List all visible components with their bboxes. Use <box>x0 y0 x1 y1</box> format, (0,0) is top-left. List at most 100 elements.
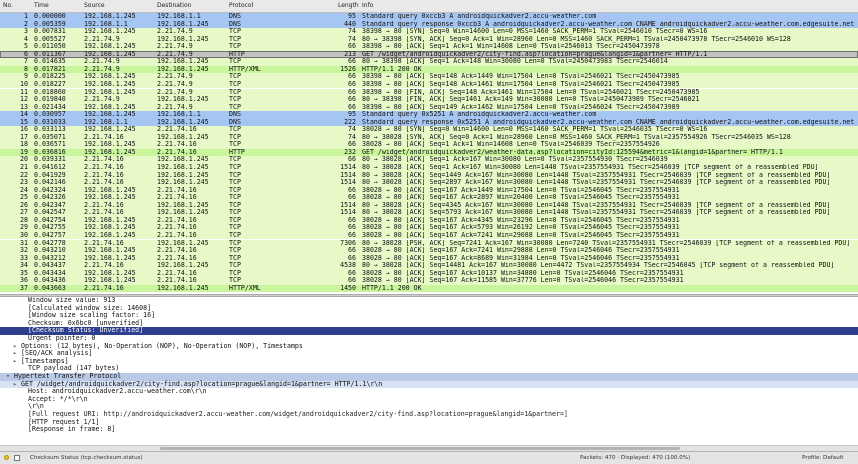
packet-row[interactable]: 10 0.018227 192.168.1.245 2.21.74.9 TCP 66 383… <box>0 80 858 89</box>
scrollbar-thumb[interactable] <box>160 447 680 450</box>
packet-row[interactable]: 27 0.042547 2.21.74.16 192.168.1.245 TCP 1514… <box>0 209 858 217</box>
packet-row[interactable]: 34 0.043437 2.21.74.16 192.168.1.245 TCP 4538… <box>0 262 858 270</box>
cell-no: 3 <box>24 28 28 36</box>
detail-line[interactable]: ▸ [SEQ/ACK analysis] <box>0 350 858 358</box>
packet-row[interactable]: 12 0.019840 2.21.74.9 192.168.1.245 TCP 66 80 … <box>0 96 858 104</box>
packet-row[interactable]: 35 0.043434 192.168.1.245 2.21.74.16 TCP 66 38… <box>0 269 858 278</box>
packet-row[interactable]: 2 0.005359 192.168.1.1 192.168.1.245 DNS 440 S… <box>0 20 858 29</box>
column-header-destination[interactable]: Destination <box>157 2 191 9</box>
cell-dst: 2.21.74.16 <box>157 269 197 277</box>
cell-src: 192.168.1.245 <box>84 13 136 20</box>
cell-len: 1514 <box>340 179 356 187</box>
cell-info: 38398 → 80 [ACK] Seq=148 Ack=1461 Win=17… <box>362 80 680 88</box>
cell-dst: 192.168.1.245 <box>157 239 209 247</box>
packet-row-selected[interactable]: 6 0.011367 192.168.1.245 2.21.74.9 HTTP 213 GE… <box>0 50 858 59</box>
cell-len: 4538 <box>340 262 356 270</box>
packet-row[interactable]: 11 0.018860 192.168.1.245 2.21.74.9 TCP 66 383… <box>0 88 858 97</box>
cell-no: 24 <box>20 186 28 194</box>
cell-src: 192.168.1.245 <box>84 148 136 156</box>
cell-info: 38028 → 80 [SYN] Seq=0 Win=14600 Len=0 M… <box>362 126 708 134</box>
detail-line[interactable]: TCP payload (147 bytes) <box>0 365 858 373</box>
cell-dst: 2.21.74.9 <box>157 28 193 36</box>
detail-line[interactable]: Accept: */*\r\n <box>0 395 858 404</box>
detail-line[interactable]: ▸ [Timestamps] <box>0 357 858 366</box>
cell-proto: TCP <box>229 239 241 247</box>
column-header-info[interactable]: Info <box>362 2 373 9</box>
packet-row[interactable]: 20 0.039331 2.21.74.16 192.168.1.245 TCP 66 80… <box>0 156 858 164</box>
packet-row[interactable]: 17 0.035071 2.21.74.16 192.168.1.245 TCP 74 80… <box>0 133 858 142</box>
cell-dst: 2.21.74.16 <box>157 254 197 262</box>
cell-no: 33 <box>20 254 28 262</box>
column-header-length[interactable]: Length <box>338 2 359 9</box>
column-header-no[interactable]: No. <box>3 2 13 9</box>
expand-arrow-icon[interactable]: ▸ <box>13 380 19 389</box>
detail-line[interactable]: [HTTP request 1/1] <box>0 418 858 427</box>
packet-row[interactable]: 21 0.041612 2.21.74.16 192.168.1.245 TCP 1514… <box>0 164 858 172</box>
cell-time: 0.043210 <box>34 247 66 255</box>
packet-row[interactable]: 8 0.017821 2.21.74.9 192.168.1.245 HTTP/XML 1… <box>0 65 858 74</box>
packet-row[interactable]: 15 0.031033 192.168.1.1 192.168.1.245 DNS 222… <box>0 118 858 127</box>
cell-proto: DNS <box>229 118 241 126</box>
packet-list[interactable]: 1 0.000000 192.168.1.245 192.168.1.1 DNS 95 St… <box>0 13 858 294</box>
packet-details-tree[interactable]: Window size value: 913 [Calculated window… <box>0 297 858 445</box>
packet-row[interactable]: 30 0.042757 192.168.1.245 2.21.74.16 TCP 66 38… <box>0 231 858 240</box>
packet-row[interactable]: 19 0.036816 192.168.1.245 2.21.74.16 HTTP 232… <box>0 148 858 157</box>
packet-row[interactable]: 13 0.021434 192.168.1.245 2.21.74.9 TCP 66 383… <box>0 103 858 112</box>
cell-time: 0.011050 <box>34 43 66 51</box>
packet-row[interactable]: 14 0.030957 192.168.1.245 192.168.1.1 DNS 95 S… <box>0 111 858 119</box>
cell-info: 80 → 38028 [ACK] Seq=1 Ack=167 Win=30080… <box>362 156 668 164</box>
collapse-arrow-icon[interactable]: ▾ <box>6 372 12 381</box>
cell-len: 74 <box>348 35 356 43</box>
expert-info-indicator-icon[interactable] <box>4 455 9 460</box>
packet-row[interactable]: 24 0.042324 192.168.1.245 2.21.74.16 TCP 66 38… <box>0 186 858 195</box>
cell-info: 38398 → 80 [FIN, ACK] Seq=148 Ack=1461 W… <box>362 88 700 96</box>
cell-no: 35 <box>20 269 28 277</box>
packet-row[interactable]: 25 0.042326 192.168.1.245 2.21.74.16 TCP 66 38… <box>0 194 858 202</box>
column-header-protocol[interactable]: Protocol <box>229 2 253 9</box>
cell-no: 14 <box>20 111 28 119</box>
packet-row[interactable]: 7 0.014635 2.21.74.9 192.168.1.245 TCP 66 80 →… <box>0 58 858 66</box>
packet-row[interactable]: 5 0.011050 192.168.1.245 2.21.74.9 TCP 66 3839… <box>0 43 858 51</box>
packet-row[interactable]: 31 0.042778 2.21.74.16 192.168.1.245 TCP 7306… <box>0 239 858 248</box>
detail-line[interactable]: [Full request URI: http://androidquickad… <box>0 410 858 419</box>
status-profile[interactable]: Profile: Default <box>802 455 844 461</box>
detail-line-selected[interactable]: [Checksum Status: Unverified] <box>0 327 858 335</box>
cell-len: 1514 <box>340 171 356 179</box>
cell-dst: 192.168.1.245 <box>157 201 209 209</box>
cell-proto: TCP <box>229 156 241 164</box>
column-header-time[interactable]: Time <box>34 2 49 9</box>
cell-info: 38028 → 80 [ACK] Seq=1 Ack=1 Win=14608 L… <box>362 141 660 149</box>
packet-row[interactable]: 33 0.043212 192.168.1.245 2.21.74.16 TCP 66 38… <box>0 254 858 263</box>
packet-row[interactable]: 37 0.043663 2.21.74.16 192.168.1.245 HTTP/XM… <box>0 284 858 293</box>
packet-row[interactable]: 4 0.005527 2.21.74.9 192.168.1.245 TCP 74 80 →… <box>0 35 858 44</box>
cell-no: 21 <box>20 164 28 171</box>
packet-row[interactable]: 32 0.043210 192.168.1.245 2.21.74.16 TCP 66 38… <box>0 247 858 255</box>
packet-row[interactable]: 9 0.018225 192.168.1.245 2.21.74.9 TCP 66 3839… <box>0 73 858 81</box>
packet-row[interactable]: 29 0.042755 192.168.1.245 2.21.74.16 TCP 66 38… <box>0 224 858 232</box>
cell-src: 2.21.74.9 <box>84 58 120 66</box>
detail-line[interactable]: ▸ Options: (12 bytes), No-Operation (NOP)… <box>0 342 858 351</box>
cell-dst: 2.21.74.16 <box>157 247 197 255</box>
packet-row[interactable]: 28 0.042754 192.168.1.245 2.21.74.16 TCP 66 38… <box>0 216 858 225</box>
packet-row[interactable]: 18 0.036571 192.168.1.245 2.21.74.16 TCP 66 38… <box>0 141 858 149</box>
cell-proto: TCP <box>229 194 241 202</box>
expand-arrow-icon[interactable]: ▸ <box>13 357 19 366</box>
packet-row[interactable]: 23 0.042146 2.21.74.16 192.168.1.245 TCP 1514… <box>0 179 858 187</box>
cell-src: 192.168.1.245 <box>84 103 136 111</box>
detail-line[interactable]: [Response in frame: 8] <box>0 426 858 434</box>
packet-row[interactable]: 3 0.007831 192.168.1.245 2.21.74.9 TCP 74 3839… <box>0 28 858 36</box>
cell-src: 2.21.74.16 <box>84 262 124 270</box>
cell-src: 2.21.74.16 <box>84 171 124 179</box>
detail-line[interactable]: Host: androidquickadver2.accu-weather.co… <box>0 388 858 396</box>
cell-dst: 2.21.74.16 <box>157 194 197 202</box>
packet-row[interactable]: 26 0.042347 2.21.74.16 192.168.1.245 TCP 1514… <box>0 201 858 210</box>
cell-src: 192.168.1.245 <box>84 277 136 285</box>
packet-row[interactable]: 36 0.043436 192.168.1.245 2.21.74.16 TCP 66 38… <box>0 277 858 285</box>
cell-src: 2.21.74.16 <box>84 164 124 171</box>
packet-row[interactable]: 1 0.000000 192.168.1.245 192.168.1.1 DNS 95 St… <box>0 13 858 21</box>
edit-comment-icon[interactable] <box>14 455 20 461</box>
packet-row[interactable]: 16 0.033113 192.168.1.245 2.21.74.16 TCP 74 38… <box>0 126 858 134</box>
cell-info: 38028 → 80 [ACK] Seq=167 Ack=11585 Win=3… <box>362 277 684 285</box>
column-header-source[interactable]: Source <box>84 2 105 9</box>
packet-row[interactable]: 22 0.041929 2.21.74.16 192.168.1.245 TCP 1514… <box>0 171 858 180</box>
